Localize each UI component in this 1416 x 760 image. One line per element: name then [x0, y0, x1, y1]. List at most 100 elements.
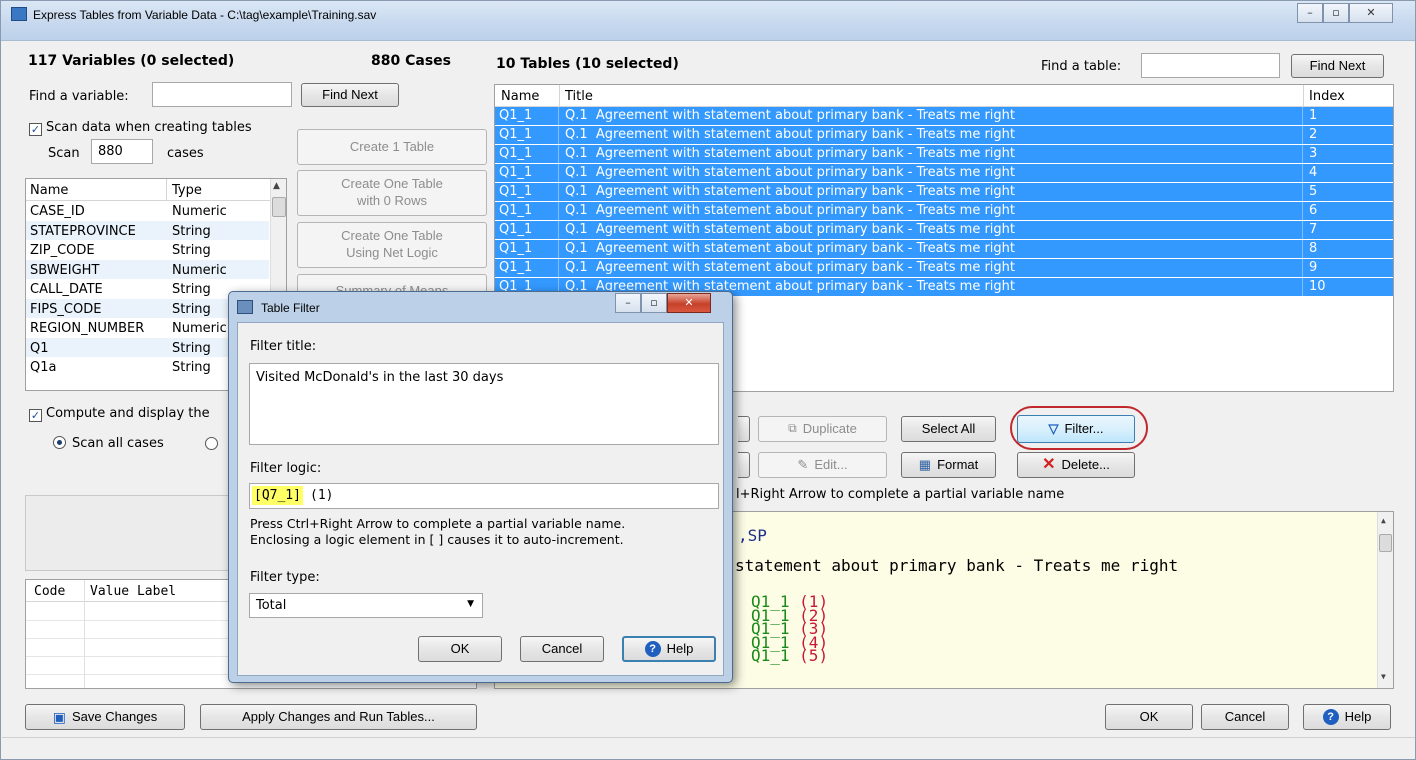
find-table-input[interactable]	[1141, 53, 1280, 78]
create-1-table-button[interactable]: Create 1 Table	[297, 129, 487, 165]
logic-value: (5)	[799, 646, 829, 665]
duplicate-button[interactable]: ⧉ Duplicate	[758, 416, 887, 442]
table-title-header[interactable]: Title	[565, 89, 593, 104]
variable-row[interactable]: STATEPROVINCE String	[26, 220, 269, 242]
variable-name: REGION_NUMBER	[30, 321, 145, 336]
code-column-header[interactable]: Code	[34, 584, 65, 599]
table-row[interactable]: Q1_1 Q.1 Agreement with statement about p…	[495, 107, 1393, 125]
compute-display-checkbox[interactable]: ✓ Compute and display the	[29, 406, 210, 422]
scroll-thumb[interactable]	[272, 197, 286, 217]
variable-type: String	[172, 282, 211, 297]
filter-label: Filter...	[1064, 420, 1104, 436]
dialog-title: Table Filter	[261, 301, 320, 315]
ok-button[interactable]: OK	[1105, 704, 1193, 730]
filter-type-select[interactable]: Total ▼	[249, 593, 483, 618]
table-row[interactable]: Q1_1 Q.1 Agreement with statement about p…	[495, 202, 1393, 220]
find-next-table-button[interactable]: Find Next	[1291, 54, 1384, 78]
table-row-title: Q.1 Agreement with statement about prima…	[565, 202, 1303, 220]
table-name-header[interactable]: Name	[501, 89, 539, 104]
variable-count: 117 Variables (0 selected)	[28, 53, 235, 69]
table-row[interactable]: Q1_1 Q.1 Agreement with statement about p…	[495, 221, 1393, 239]
dialog-close-icon[interactable]: ✕	[667, 293, 711, 313]
table-row-title: Q.1 Agreement with statement about prima…	[565, 259, 1303, 277]
filter-type-label: Filter type:	[250, 570, 320, 585]
create-net-logic-button[interactable]: Create One Table Using Net Logic	[297, 222, 487, 268]
variable-type: String	[172, 301, 211, 317]
table-row[interactable]: Q1_1 Q.1 Agreement with statement about p…	[495, 259, 1393, 277]
editor-scroll-thumb[interactable]	[1379, 534, 1392, 552]
radio-selected-icon	[53, 436, 66, 449]
scan-sample-radio[interactable]	[205, 437, 224, 452]
table-list-header: Name Title Index	[495, 85, 1393, 107]
delete-button[interactable]: ✕ Delete...	[1017, 452, 1135, 478]
status-bar	[2, 737, 1415, 759]
editor-scrollbar[interactable]: ▲ ▼	[1377, 512, 1393, 688]
table-row-index: 6	[1309, 203, 1318, 218]
variable-row[interactable]: ZIP_CODE String	[26, 240, 269, 261]
create-net-logic-label: Create One Table Using Net Logic	[341, 228, 443, 260]
minimize-icon[interactable]: –	[1297, 3, 1323, 23]
dialog-maximize-icon[interactable]: ▫	[641, 293, 667, 313]
pencil-icon: ✎	[797, 456, 809, 472]
table-row[interactable]: Q1_1 Q.1 Agreement with statement about p…	[495, 164, 1393, 182]
table-row[interactable]: Q1_1 Q.1 Agreement with statement about p…	[495, 145, 1393, 163]
table-row-name: Q1_1	[499, 240, 559, 258]
table-row-name: Q1_1	[499, 202, 559, 220]
dialog-cancel-button[interactable]: Cancel	[520, 636, 604, 662]
duplicate-icon: ⧉	[788, 421, 797, 436]
create-zero-rows-button[interactable]: Create One Table with 0 Rows	[297, 170, 487, 216]
variable-row[interactable]: CASE_ID Numeric	[26, 201, 269, 222]
filter-logic-input[interactable]: [Q7_1] (1)	[249, 483, 719, 509]
find-next-variable-button[interactable]: Find Next	[301, 83, 399, 107]
edit-button[interactable]: ✎ Edit...	[758, 452, 887, 478]
variable-name: FIPS_CODE	[30, 301, 102, 317]
checkmark-icon: ✓	[29, 409, 42, 422]
table-row-title: Q.1 Agreement with statement about prima…	[565, 164, 1303, 182]
dialog-ok-button[interactable]: OK	[418, 636, 502, 662]
table-row[interactable]: Q1_1 Q.1 Agreement with statement about p…	[495, 183, 1393, 201]
variable-list-header: Name Type	[26, 179, 286, 201]
scan-all-radio[interactable]: Scan all cases	[53, 436, 164, 451]
create-zero-rows-label: Create One Table with 0 Rows	[341, 176, 443, 208]
type-column-header[interactable]: Type	[172, 183, 202, 198]
apply-run-button[interactable]: Apply Changes and Run Tables...	[200, 704, 477, 730]
hidden-button-edge-2	[738, 452, 750, 478]
scroll-up-icon[interactable]: ▲	[273, 181, 280, 191]
scan-data-checkbox[interactable]: ✓ Scan data when creating tables	[29, 120, 252, 136]
value-label-column-header[interactable]: Value Label	[90, 584, 176, 599]
name-column-header[interactable]: Name	[30, 183, 68, 198]
editor-line-1: ,SP	[738, 526, 767, 545]
table-index-header[interactable]: Index	[1309, 89, 1345, 104]
cancel-button[interactable]: Cancel	[1201, 704, 1289, 730]
table-row[interactable]: Q1_1 Q.1 Agreement with statement about p…	[495, 240, 1393, 258]
scroll-down-icon[interactable]: ▼	[1381, 672, 1386, 681]
help-button[interactable]: ? Help	[1303, 704, 1391, 730]
format-button[interactable]: ▦ Format	[901, 452, 996, 478]
table-row-title: Q.1 Agreement with statement about prima…	[565, 126, 1303, 144]
select-all-button[interactable]: Select All	[901, 416, 996, 442]
find-variable-input[interactable]	[152, 82, 292, 107]
table-row-index: 5	[1309, 184, 1318, 199]
scan-count-value: 880	[98, 144, 123, 159]
save-changes-button[interactable]: ▣ Save Changes	[25, 704, 185, 730]
scan-count-input[interactable]: 880	[91, 139, 153, 164]
save-changes-label: Save Changes	[71, 708, 158, 724]
table-row-title: Q.1 Agreement with statement about prima…	[565, 145, 1303, 163]
variable-type: String	[172, 243, 211, 258]
scroll-up-icon[interactable]: ▲	[1381, 516, 1386, 525]
maximize-icon[interactable]: ▫	[1323, 3, 1349, 23]
filter-title-input[interactable]: Visited McDonald's in the last 30 days	[249, 363, 719, 445]
variable-type: String	[172, 340, 211, 356]
find-next-label: Find Next	[322, 86, 378, 102]
table-row-title: Q.1 Agreement with statement about prima…	[565, 107, 1303, 125]
filter-button[interactable]: ▽ Filter...	[1017, 415, 1135, 443]
dialog-help-button[interactable]: ? Help	[622, 636, 716, 662]
table-row-index: 3	[1309, 146, 1318, 161]
scan-label: Scan	[48, 146, 80, 161]
duplicate-label: Duplicate	[802, 420, 857, 436]
close-icon[interactable]: ✕	[1349, 3, 1393, 23]
table-row[interactable]: Q1_1 Q.1 Agreement with statement about p…	[495, 126, 1393, 144]
logic-hint-2: Enclosing a logic element in [ ] causes …	[250, 532, 624, 547]
variable-row[interactable]: SBWEIGHT Numeric	[26, 259, 269, 281]
dialog-minimize-icon[interactable]: –	[615, 293, 641, 313]
